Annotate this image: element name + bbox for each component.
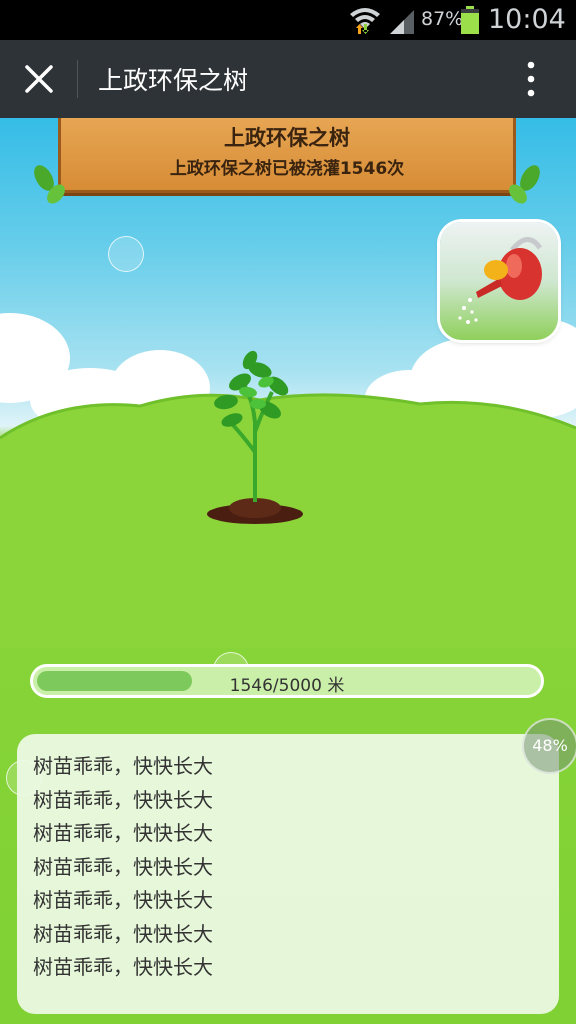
- message-item: 树苗乖乖，快快长大: [33, 888, 213, 912]
- tree-sapling: [207, 350, 303, 524]
- watering-can-icon: [458, 237, 543, 324]
- title-bar: 上政环保之树: [0, 40, 576, 118]
- message-item: 树苗乖乖，快快长大: [33, 921, 213, 946]
- message-item: 树苗乖乖，快快长大: [33, 821, 213, 845]
- title-divider: [77, 60, 78, 98]
- close-button[interactable]: [16, 54, 64, 104]
- message-item: 树苗乖乖，快快长大: [33, 854, 213, 879]
- close-icon: [25, 65, 53, 93]
- leaf-decoration-right-icon: [509, 165, 540, 204]
- watering-count-text: 上政环保之树已被浇灌1546次: [169, 159, 405, 179]
- floating-percentage-button[interactable]: 48%: [522, 718, 576, 774]
- title-sign: 上政环保之树 上政环保之树已被浇灌1546次: [58, 118, 516, 193]
- page-title: 上政环保之树: [98, 66, 249, 95]
- message-item: 树苗乖乖，快快长大: [33, 955, 213, 979]
- watering-can-button[interactable]: [440, 222, 558, 340]
- leaf-decoration-left-icon: [34, 165, 65, 204]
- more-vert-icon: [527, 61, 535, 97]
- wifi-icon: [350, 8, 380, 34]
- game-scene: 上政环保之树 上政环保之树已被浇灌1546次 1546/5000 米 树苗乖乖，…: [0, 118, 576, 1024]
- growth-progress-bar: 1546/5000 米: [30, 664, 544, 698]
- more-menu-button[interactable]: [516, 56, 546, 102]
- progress-text: 1546/5000 米: [229, 676, 345, 696]
- battery-icon: [461, 6, 479, 34]
- message-list: 树苗乖乖，快快长大 树苗乖乖，快快长大 树苗乖乖，快快长大 树苗乖乖，快快长大 树苗乖乖…: [33, 750, 213, 985]
- status-bar: 87% 10:04: [0, 0, 576, 40]
- message-item: 树苗乖乖，快快长大: [33, 754, 213, 778]
- battery-percentage: 87%: [421, 8, 464, 30]
- signal-icon: [390, 10, 414, 34]
- sign-title: 上政环保之树: [224, 126, 350, 150]
- status-time: 10:04: [488, 4, 566, 35]
- message-panel: 树苗乖乖，快快长大 树苗乖乖，快快长大 树苗乖乖，快快长大 树苗乖乖，快快长大 树苗乖乖…: [17, 734, 559, 1014]
- message-item: 树苗乖乖，快快长大: [33, 787, 213, 812]
- bubble-decoration: [108, 236, 144, 272]
